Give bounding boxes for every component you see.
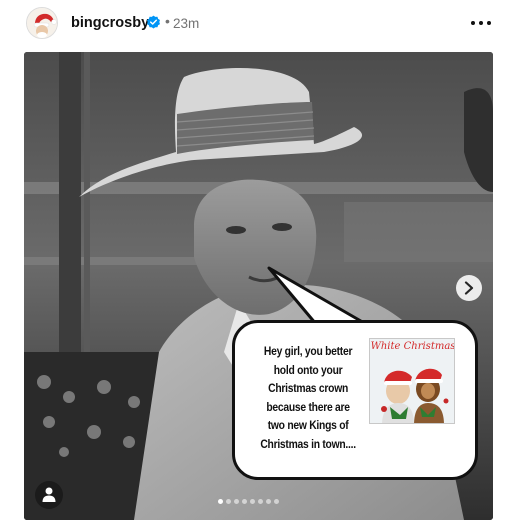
carousel-dot bbox=[234, 499, 239, 504]
album-art-illustration bbox=[381, 368, 449, 423]
username-link[interactable]: bingcrosby bbox=[71, 15, 149, 31]
tagged-users-button[interactable] bbox=[35, 481, 63, 509]
bubble-line: hold onto your bbox=[273, 362, 343, 377]
album-title: White Christmas bbox=[370, 341, 455, 352]
more-options-icon bbox=[471, 21, 475, 25]
bubble-line: Christmas crown bbox=[268, 381, 349, 395]
speech-bubble: Hey girl, you better hold onto your Chri… bbox=[232, 320, 478, 480]
bubble-line: Christmas in town.... bbox=[260, 436, 356, 451]
carousel-dot bbox=[250, 499, 255, 504]
avatar[interactable] bbox=[26, 7, 58, 39]
avatar-santa-icon bbox=[27, 8, 57, 38]
meta-separator: • bbox=[165, 13, 170, 29]
post-media[interactable]: Hey girl, you better hold onto your Chri… bbox=[24, 52, 493, 520]
carousel-dot bbox=[226, 499, 231, 504]
post-timestamp: 23m bbox=[173, 16, 200, 31]
verified-badge-icon bbox=[147, 15, 160, 29]
next-slide-button[interactable] bbox=[456, 275, 482, 301]
carousel-dot bbox=[258, 499, 263, 504]
carousel-dot bbox=[218, 499, 223, 504]
bubble-line: because there are bbox=[266, 399, 350, 414]
bubble-text: Hey girl, you better hold onto your Chri… bbox=[241, 342, 356, 453]
post-header: bingcrosby • 23m bbox=[0, 0, 507, 50]
carousel-indicator bbox=[218, 499, 279, 505]
carousel-dot bbox=[242, 499, 247, 504]
carousel-dot bbox=[274, 499, 279, 504]
chevron-right-icon bbox=[464, 281, 474, 295]
bubble-line: Hey girl, you better bbox=[263, 344, 353, 358]
user-tag-icon bbox=[42, 487, 56, 502]
carousel-dot bbox=[266, 499, 271, 504]
bubble-line: two new Kings of bbox=[267, 418, 349, 432]
album-cover: White Christmas bbox=[369, 338, 455, 424]
more-options-button[interactable] bbox=[470, 14, 492, 32]
